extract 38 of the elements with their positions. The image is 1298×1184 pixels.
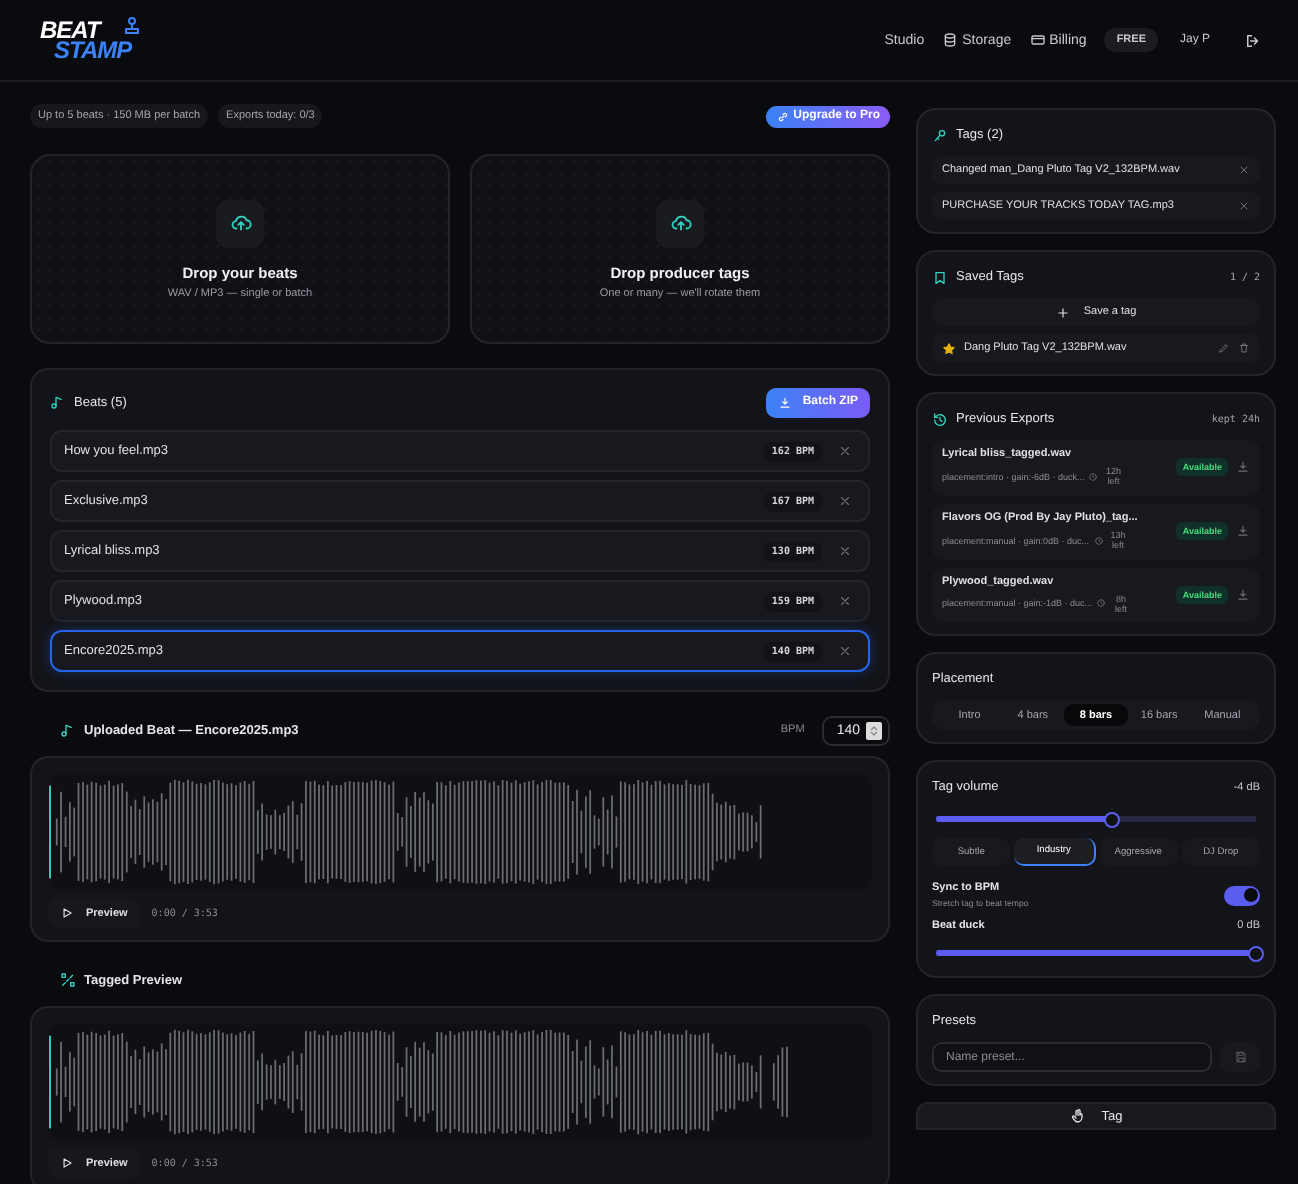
close-icon[interactable] [1238, 164, 1250, 176]
save-icon [1233, 1050, 1247, 1065]
music-note-icon [60, 722, 76, 738]
close-icon[interactable] [838, 544, 852, 558]
bookmark-icon [932, 269, 948, 285]
trash-icon[interactable] [1238, 342, 1250, 354]
slider-thumb[interactable] [1248, 945, 1264, 962]
clock-icon [1088, 471, 1099, 482]
database-icon [942, 32, 959, 48]
close-icon[interactable] [838, 644, 852, 658]
pointer-hand-icon [1069, 1108, 1086, 1125]
download-icon[interactable] [1236, 587, 1250, 602]
sync-toggle[interactable] [1224, 885, 1260, 906]
link-icon [775, 109, 790, 123]
save-preset-button[interactable] [1220, 1042, 1260, 1073]
close-icon[interactable] [1238, 200, 1250, 212]
music-note-icon [50, 394, 66, 410]
logo-wordmark: STAMP [54, 40, 132, 61]
download-icon [778, 395, 793, 409]
clock-icon [1093, 535, 1104, 546]
stepper-icon[interactable] [866, 721, 882, 739]
close-icon[interactable] [838, 494, 852, 508]
cloud-upload-icon [229, 212, 251, 234]
close-icon[interactable] [838, 594, 852, 608]
plus-icon [1055, 305, 1070, 319]
card-icon [1029, 32, 1046, 48]
history-icon [932, 411, 948, 427]
logout-icon[interactable] [1244, 31, 1262, 49]
logo-wordmark: BEAT [40, 19, 103, 40]
slider-thumb[interactable] [1104, 811, 1120, 828]
cloud-upload-icon [669, 212, 691, 234]
play-icon [60, 1156, 74, 1170]
pencil-icon[interactable] [1218, 342, 1230, 354]
download-icon[interactable] [1236, 460, 1250, 475]
download-icon[interactable] [1236, 524, 1250, 539]
clock-icon [1096, 598, 1107, 609]
close-icon[interactable] [838, 444, 852, 458]
play-icon [60, 906, 74, 920]
